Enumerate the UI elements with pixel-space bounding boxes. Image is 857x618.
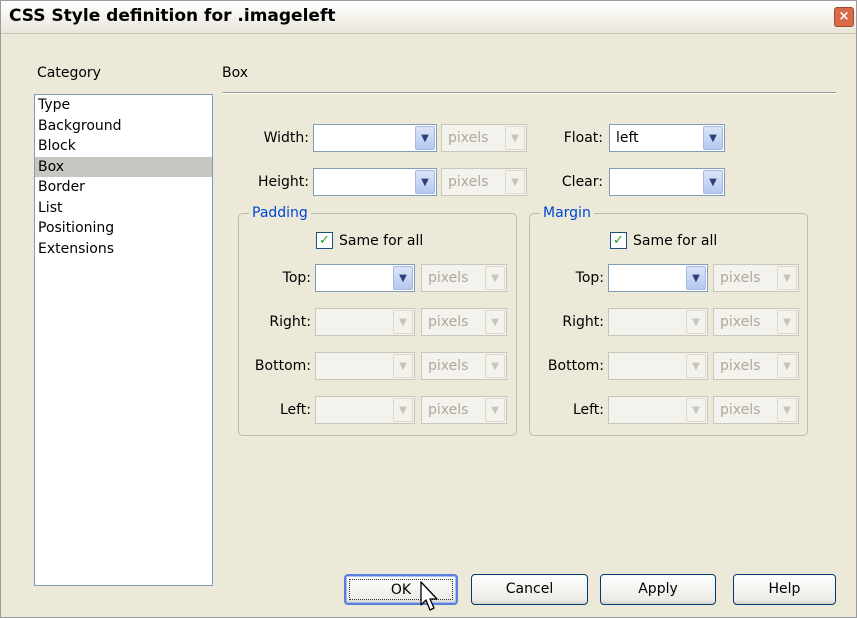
checkmark-icon[interactable]: ✓	[610, 232, 627, 249]
padding-left-combo[interactable]: ▼	[315, 396, 415, 424]
category-item-type[interactable]: Type	[35, 95, 212, 116]
padding-bottom-label: Bottom:	[254, 358, 311, 374]
chevron-down-icon[interactable]: ▼	[686, 398, 706, 422]
width-combo[interactable]: ▼	[313, 124, 437, 152]
margin-left-combo[interactable]: ▼	[608, 396, 708, 424]
chevron-down-icon[interactable]: ▼	[703, 170, 723, 194]
padding-left-label: Left:	[279, 402, 311, 418]
margin-bottom-label: Bottom:	[547, 358, 604, 374]
padding-bottom-unit-value: pixels	[428, 358, 469, 374]
clear-select[interactable]: ▼	[609, 168, 725, 196]
category-item-border[interactable]: Border	[35, 177, 212, 198]
padding-legend: Padding	[249, 205, 311, 221]
chevron-down-icon[interactable]: ▼	[777, 354, 797, 378]
margin-right-unit[interactable]: pixels ▼	[713, 308, 799, 336]
category-list[interactable]: Type Background Block Box Border List Po…	[34, 94, 213, 586]
chevron-down-icon[interactable]: ▼	[686, 310, 706, 334]
margin-top-unit[interactable]: pixels ▼	[713, 264, 799, 292]
padding-right-unit[interactable]: pixels ▼	[421, 308, 507, 336]
padding-same-checkbox[interactable]: ✓ Same for all	[316, 232, 423, 249]
padding-same-label: Same for all	[339, 232, 424, 249]
margin-bottom-unit[interactable]: pixels ▼	[713, 352, 799, 380]
chevron-down-icon[interactable]: ▼	[777, 266, 797, 290]
padding-top-unit[interactable]: pixels ▼	[421, 264, 507, 292]
chevron-down-icon[interactable]: ▼	[505, 170, 525, 194]
margin-left-unit[interactable]: pixels ▼	[713, 396, 799, 424]
dialog-title: CSS Style definition for .imageleft	[9, 6, 336, 26]
width-label: Width:	[263, 130, 309, 146]
apply-button[interactable]: Apply	[600, 574, 716, 605]
height-unit-value: pixels	[448, 174, 489, 190]
category-item-block[interactable]: Block	[35, 136, 212, 157]
cancel-button[interactable]: Cancel	[471, 574, 588, 605]
chevron-down-icon[interactable]: ▼	[393, 354, 413, 378]
margin-right-label: Right:	[562, 314, 604, 330]
chevron-down-icon[interactable]: ▼	[415, 170, 435, 194]
padding-right-unit-value: pixels	[428, 314, 469, 330]
chevron-down-icon[interactable]: ▼	[415, 126, 435, 150]
chevron-down-icon[interactable]: ▼	[505, 126, 525, 150]
padding-top-unit-value: pixels	[428, 270, 469, 286]
mouse-pointer-icon	[420, 581, 438, 611]
float-select[interactable]: left ▼	[609, 124, 725, 152]
chevron-down-icon[interactable]: ▼	[777, 310, 797, 334]
category-item-positioning[interactable]: Positioning	[35, 218, 212, 239]
section-divider	[222, 92, 836, 94]
float-label: Float:	[563, 130, 603, 146]
cancel-label: Cancel	[505, 581, 554, 597]
margin-top-unit-value: pixels	[720, 270, 761, 286]
chevron-down-icon[interactable]: ▼	[393, 310, 413, 334]
chevron-down-icon[interactable]: ▼	[393, 266, 413, 290]
height-label: Height:	[258, 174, 309, 190]
chevron-down-icon[interactable]: ▼	[686, 354, 706, 378]
padding-right-label: Right:	[269, 314, 311, 330]
title-bar[interactable]: CSS Style definition for .imageleft ×	[1, 1, 856, 34]
margin-same-label: Same for all	[633, 232, 718, 249]
margin-right-unit-value: pixels	[720, 314, 761, 330]
close-icon[interactable]: ×	[834, 7, 854, 27]
padding-bottom-unit[interactable]: pixels ▼	[421, 352, 507, 380]
chevron-down-icon[interactable]: ▼	[703, 126, 723, 150]
padding-right-combo[interactable]: ▼	[315, 308, 415, 336]
chevron-down-icon[interactable]: ▼	[485, 266, 505, 290]
chevron-down-icon[interactable]: ▼	[393, 398, 413, 422]
width-unit-select[interactable]: pixels ▼	[441, 124, 527, 152]
apply-label: Apply	[638, 581, 678, 597]
category-header: Category	[37, 65, 101, 81]
clear-label: Clear:	[561, 174, 603, 190]
chevron-down-icon[interactable]: ▼	[686, 266, 706, 290]
height-combo[interactable]: ▼	[313, 168, 437, 196]
padding-top-combo[interactable]: ▼	[315, 264, 415, 292]
margin-bottom-combo[interactable]: ▼	[608, 352, 708, 380]
padding-left-unit[interactable]: pixels ▼	[421, 396, 507, 424]
section-title: Box	[222, 65, 249, 81]
margin-top-combo[interactable]: ▼	[608, 264, 708, 292]
chevron-down-icon[interactable]: ▼	[485, 354, 505, 378]
checkmark-icon[interactable]: ✓	[316, 232, 333, 249]
category-item-box[interactable]: Box	[35, 156, 212, 177]
width-unit-value: pixels	[448, 130, 489, 146]
margin-same-checkbox[interactable]: ✓ Same for all	[610, 232, 717, 249]
margin-left-unit-value: pixels	[720, 402, 761, 418]
chevron-down-icon[interactable]: ▼	[777, 398, 797, 422]
height-unit-select[interactable]: pixels ▼	[441, 168, 527, 196]
help-button[interactable]: Help	[733, 574, 836, 605]
chevron-down-icon[interactable]: ▼	[485, 310, 505, 334]
margin-right-combo[interactable]: ▼	[608, 308, 708, 336]
margin-top-label: Top:	[575, 270, 604, 286]
padding-left-unit-value: pixels	[428, 402, 469, 418]
category-item-list[interactable]: List	[35, 198, 212, 219]
padding-top-label: Top:	[282, 270, 311, 286]
margin-left-label: Left:	[572, 402, 604, 418]
float-value: left	[616, 130, 639, 146]
category-item-extensions[interactable]: Extensions	[35, 239, 212, 260]
margin-bottom-unit-value: pixels	[720, 358, 761, 374]
help-label: Help	[768, 581, 801, 597]
css-style-dialog: CSS Style definition for .imageleft × Ca…	[0, 0, 857, 618]
chevron-down-icon[interactable]: ▼	[485, 398, 505, 422]
padding-bottom-combo[interactable]: ▼	[315, 352, 415, 380]
margin-legend: Margin	[540, 205, 594, 221]
category-item-background[interactable]: Background	[35, 116, 212, 137]
